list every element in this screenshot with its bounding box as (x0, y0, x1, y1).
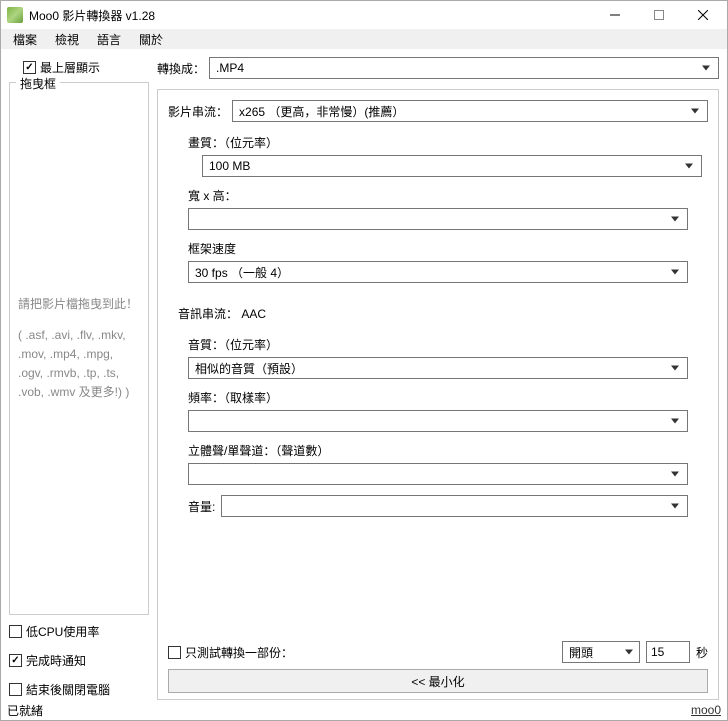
collapse-button-label: << 最小化 (411, 673, 464, 690)
window-title: Moo0 影片轉換器 v1.28 (29, 7, 593, 24)
audio-quality-select[interactable]: 相似的音質（預設） (188, 357, 688, 379)
volume-select[interactable] (221, 495, 688, 517)
dropzone-legend: 拖曳框 (16, 75, 60, 92)
video-quality-section: 畫質：（位元率） 100 MB (168, 128, 708, 181)
close-window-button[interactable] (681, 1, 725, 29)
fps-select[interactable]: 30 fps （一般 4） (188, 261, 688, 283)
fps-section: 框架速度 30 fps （一般 4） (168, 234, 708, 287)
channel-label: 立體聲/單聲道：（聲道數） (188, 442, 688, 459)
checkbox-icon (168, 646, 181, 659)
status-link[interactable]: moo0 (691, 703, 721, 717)
window-buttons (593, 1, 725, 29)
status-text: 已就緒 (7, 702, 43, 719)
video-stream-value: x265 （更高，非常慢）(推薦） (239, 103, 404, 120)
convert-to-label: 轉換成： (157, 60, 205, 77)
shutdown-checkbox[interactable]: 結束後關閉電腦 (9, 679, 149, 700)
app-icon (7, 7, 23, 23)
video-stream-label: 影片串流： (168, 103, 228, 120)
left-options: 低CPU使用率 完成時通知 結束後關閉電腦 (9, 621, 149, 700)
right-panel: 轉換成： .MP4 影片串流： x265 （更高，非常慢）(推薦） 畫質：（位元… (157, 57, 719, 700)
test-convert-checkbox[interactable]: 只測試轉換一部份： (168, 642, 293, 663)
test-seconds-input[interactable]: 15 (646, 641, 690, 663)
fps-value: 30 fps （一般 4） (195, 264, 289, 281)
notify-checkbox[interactable]: 完成時通知 (9, 650, 149, 671)
audio-stream-label: 音訊串流： AAC (168, 287, 708, 330)
convert-to-value: .MP4 (216, 61, 244, 75)
settings-fieldset: 影片串流： x265 （更高，非常慢）(推薦） 畫質：（位元率） 100 MB … (157, 89, 719, 700)
convert-to-select[interactable]: .MP4 (209, 57, 719, 79)
drop-hint-2: ( .asf, .avi, .flv, .mkv, .mov, .mp4, .m… (18, 326, 140, 403)
topmost-label: 最上層顯示 (40, 59, 100, 76)
video-quality-label: 畫質：（位元率） (188, 134, 688, 151)
shutdown-label: 結束後關閉電腦 (26, 681, 110, 698)
content: 最上層顯示 拖曳框 請把影片檔拖曳到此！ ( .asf, .avi, .flv,… (1, 49, 727, 700)
checkbox-icon (23, 61, 36, 74)
video-stream-select[interactable]: x265 （更高，非常慢）(推薦） (232, 100, 708, 122)
test-convert-row: 只測試轉換一部份： 開頭 15 秒 (168, 637, 708, 667)
channel-select[interactable] (188, 463, 688, 485)
fps-label: 框架速度 (188, 240, 688, 257)
convert-to-row: 轉換成： .MP4 (157, 57, 719, 79)
minimize-window-button[interactable] (593, 1, 637, 29)
dropzone-fieldset: 拖曳框 請把影片檔拖曳到此！ ( .asf, .avi, .flv, .mkv,… (9, 82, 149, 615)
titlebar: Moo0 影片轉換器 v1.28 (1, 1, 727, 29)
menu-view[interactable]: 檢視 (47, 29, 87, 50)
width-height-select[interactable] (188, 208, 688, 230)
volume-section: 音量: (168, 489, 708, 521)
menu-file[interactable]: 檔案 (5, 29, 45, 50)
collapse-button[interactable]: << 最小化 (168, 669, 708, 693)
width-height-label: 寬 x 高： (188, 187, 688, 204)
maximize-window-button[interactable] (637, 1, 681, 29)
low-cpu-label: 低CPU使用率 (26, 623, 99, 640)
video-quality-value: 100 MB (209, 159, 250, 173)
statusbar: 已就緒 moo0 (1, 700, 727, 720)
volume-label: 音量: (188, 498, 215, 515)
frequency-select[interactable] (188, 410, 688, 432)
width-height-section: 寬 x 高： (168, 181, 708, 234)
test-unit-label: 秒 (696, 644, 708, 661)
checkbox-icon (9, 683, 22, 696)
low-cpu-checkbox[interactable]: 低CPU使用率 (9, 621, 149, 642)
menu-language[interactable]: 語言 (89, 29, 129, 50)
menu-about[interactable]: 關於 (131, 29, 171, 50)
test-position-select[interactable]: 開頭 (562, 641, 640, 663)
checkbox-icon (9, 654, 22, 667)
notify-label: 完成時通知 (26, 652, 86, 669)
test-position-value: 開頭 (569, 644, 593, 661)
checkbox-icon (9, 625, 22, 638)
audio-quality-section: 音質：（位元率） 相似的音質（預設） (168, 330, 708, 383)
audio-quality-label: 音質：（位元率） (188, 336, 688, 353)
video-quality-select[interactable]: 100 MB (202, 155, 702, 177)
audio-quality-value: 相似的音質（預設） (195, 360, 303, 377)
menubar: 檔案 檢視 語言 關於 (1, 29, 727, 49)
left-panel: 最上層顯示 拖曳框 請把影片檔拖曳到此！ ( .asf, .avi, .flv,… (9, 57, 149, 700)
test-convert-label: 只測試轉換一部份： (185, 644, 293, 661)
test-seconds-value: 15 (651, 645, 664, 659)
frequency-section: 頻率：（取樣率） (168, 383, 708, 436)
frequency-label: 頻率：（取樣率） (188, 389, 688, 406)
video-stream-row: 影片串流： x265 （更高，非常慢）(推薦） (168, 100, 708, 122)
drop-hint-1: 請把影片檔拖曳到此！ (18, 295, 140, 314)
dropzone[interactable]: 請把影片檔拖曳到此！ ( .asf, .avi, .flv, .mkv, .mo… (16, 89, 142, 608)
channel-section: 立體聲/單聲道：（聲道數） (168, 436, 708, 489)
